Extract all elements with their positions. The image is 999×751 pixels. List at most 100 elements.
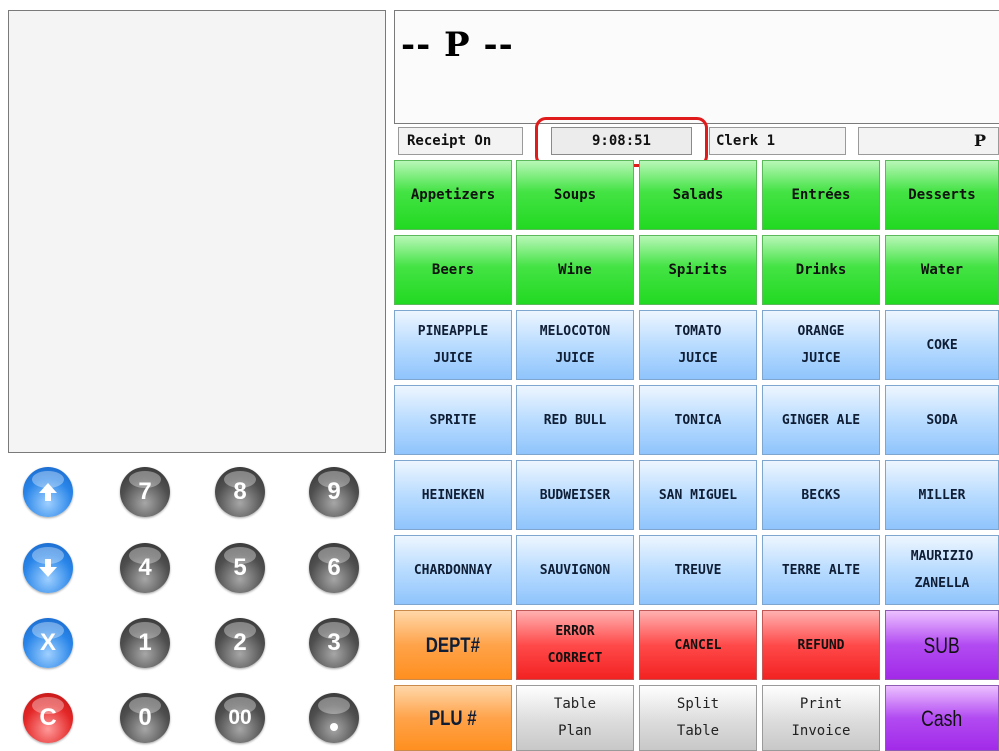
arrow-up-button[interactable] [23, 467, 73, 517]
key-label-line1: MELOCOTON [539, 324, 611, 339]
key-label: REFUND [797, 637, 845, 653]
product-chardonnay-button[interactable]: CHARDONNAY [394, 535, 512, 605]
key-label-line1: ORANGE [797, 324, 845, 339]
print-invoice-button[interactable]: Print Invoice [762, 685, 880, 751]
key-label: 4 [138, 554, 152, 581]
key-label: DEPT# [425, 633, 481, 657]
key-label: MILLER [918, 487, 966, 503]
subtotal-button[interactable]: SUB [885, 610, 999, 680]
key-label-line2: JUICE [678, 351, 718, 366]
product-ginger-ale-button[interactable]: GINGER ALE [762, 385, 880, 455]
category-desserts-button[interactable]: Desserts [885, 160, 999, 230]
key-label-line2: Plan [558, 723, 592, 739]
key-label: TONICA [674, 412, 722, 428]
product-heineken-button[interactable]: HEINEKEN [394, 460, 512, 530]
key-label: Table Plan [554, 691, 596, 745]
product-pineapple-juice-button[interactable]: PINEAPPLE JUICE [394, 310, 512, 380]
category-appetizers-button[interactable]: Appetizers [394, 160, 512, 230]
key-label: BECKS [801, 487, 841, 503]
dept-number-button[interactable]: DEPT# [394, 610, 512, 680]
key-label: 0 [138, 704, 152, 731]
product-miller-button[interactable]: MILLER [885, 460, 999, 530]
category-soups-button[interactable]: Soups [516, 160, 634, 230]
receipt-status: Receipt On [398, 127, 523, 155]
key-2-button[interactable]: 2 [215, 618, 265, 668]
product-treuve-button[interactable]: TREUVE [639, 535, 757, 605]
key-00-button[interactable]: 00 [215, 693, 265, 743]
decimal-point-button[interactable] [309, 693, 359, 743]
receipt-pane [8, 10, 386, 453]
arrow-down-button[interactable] [23, 543, 73, 593]
product-soda-button[interactable]: SODA [885, 385, 999, 455]
key-label: PINEAPPLE JUICE [418, 318, 488, 372]
key-label-line2: ZANELLA [914, 576, 970, 591]
key-label: MAURIZIO ZANELLA [911, 543, 974, 597]
key-7-button[interactable]: 7 [120, 467, 170, 517]
key-label: PLU # [429, 706, 477, 730]
product-orange-juice-button[interactable]: ORANGE JUICE [762, 310, 880, 380]
error-correct-button[interactable]: ERROR CORRECT [516, 610, 634, 680]
product-becks-button[interactable]: BECKS [762, 460, 880, 530]
key-label: SAN MIGUEL [658, 487, 738, 503]
refund-button[interactable]: REFUND [762, 610, 880, 680]
key-label: CANCEL [674, 637, 722, 653]
key-6-button[interactable]: 6 [309, 543, 359, 593]
product-melocoton-juice-button[interactable]: MELOCOTON JUICE [516, 310, 634, 380]
key-label: 8 [233, 478, 247, 505]
cash-button[interactable]: Cash [885, 685, 999, 751]
key-label: CHARDONNAY [413, 562, 493, 578]
split-table-button[interactable]: Split Table [639, 685, 757, 751]
clear-button[interactable]: C [23, 693, 73, 743]
table-plan-button[interactable]: Table Plan [516, 685, 634, 751]
key-5-button[interactable]: 5 [215, 543, 265, 593]
key-label: X [39, 629, 56, 656]
key-label-line1: Table [553, 696, 597, 712]
key-label-line1: Split [676, 696, 720, 712]
key-9-button[interactable]: 9 [309, 467, 359, 517]
key-label: BUDWEISER [539, 487, 611, 503]
category-water-button[interactable]: Water [885, 235, 999, 305]
category-spirits-button[interactable]: Spirits [639, 235, 757, 305]
display-text: -- P -- [401, 25, 514, 65]
product-coke-button[interactable]: COKE [885, 310, 999, 380]
product-tonica-button[interactable]: TONICA [639, 385, 757, 455]
key-3-button[interactable]: 3 [309, 618, 359, 668]
plu-number-button[interactable]: PLU # [394, 685, 512, 751]
key-label: RED BULL [543, 412, 607, 428]
price-level-indicator: P [858, 127, 999, 155]
key-label: Appetizers [410, 186, 496, 203]
key-label: Salads [672, 186, 724, 203]
key-label: 5 [233, 554, 247, 581]
cancel-button[interactable]: CANCEL [639, 610, 757, 680]
category-entrees-button[interactable]: Entrées [762, 160, 880, 230]
product-tomato-juice-button[interactable]: TOMATO JUICE [639, 310, 757, 380]
key-label: Wine [558, 261, 592, 278]
key-1-button[interactable]: 1 [120, 618, 170, 668]
product-sprite-button[interactable]: SPRITE [394, 385, 512, 455]
category-beers-button[interactable]: Beers [394, 235, 512, 305]
key-label: 7 [138, 478, 152, 505]
key-label: Entrées [791, 186, 851, 203]
product-maurizio-zanella-button[interactable]: MAURIZIO ZANELLA [885, 535, 999, 605]
product-sauvignon-button[interactable]: SAUVIGNON [516, 535, 634, 605]
key-label: Water [920, 261, 964, 278]
key-label-line2: JUICE [433, 351, 473, 366]
key-label-line2: JUICE [555, 351, 595, 366]
product-budweiser-button[interactable]: BUDWEISER [516, 460, 634, 530]
key-label: Spirits [668, 261, 728, 278]
category-drinks-button[interactable]: Drinks [762, 235, 880, 305]
product-san-miguel-button[interactable]: SAN MIGUEL [639, 460, 757, 530]
key-4-button[interactable]: 4 [120, 543, 170, 593]
product-red-bull-button[interactable]: RED BULL [516, 385, 634, 455]
category-salads-button[interactable]: Salads [639, 160, 757, 230]
customer-display: -- P -- [394, 10, 999, 124]
key-label: Print Invoice [791, 691, 850, 745]
key-8-button[interactable]: 8 [215, 467, 265, 517]
key-label-line1: TOMATO [674, 324, 722, 339]
key-label: HEINEKEN [421, 487, 485, 503]
multiply-button[interactable]: X [23, 618, 73, 668]
product-terre-alte-button[interactable]: TERRE ALTE [762, 535, 880, 605]
key-0-button[interactable]: 0 [120, 693, 170, 743]
key-label: MELOCOTON JUICE [540, 318, 610, 372]
category-wine-button[interactable]: Wine [516, 235, 634, 305]
